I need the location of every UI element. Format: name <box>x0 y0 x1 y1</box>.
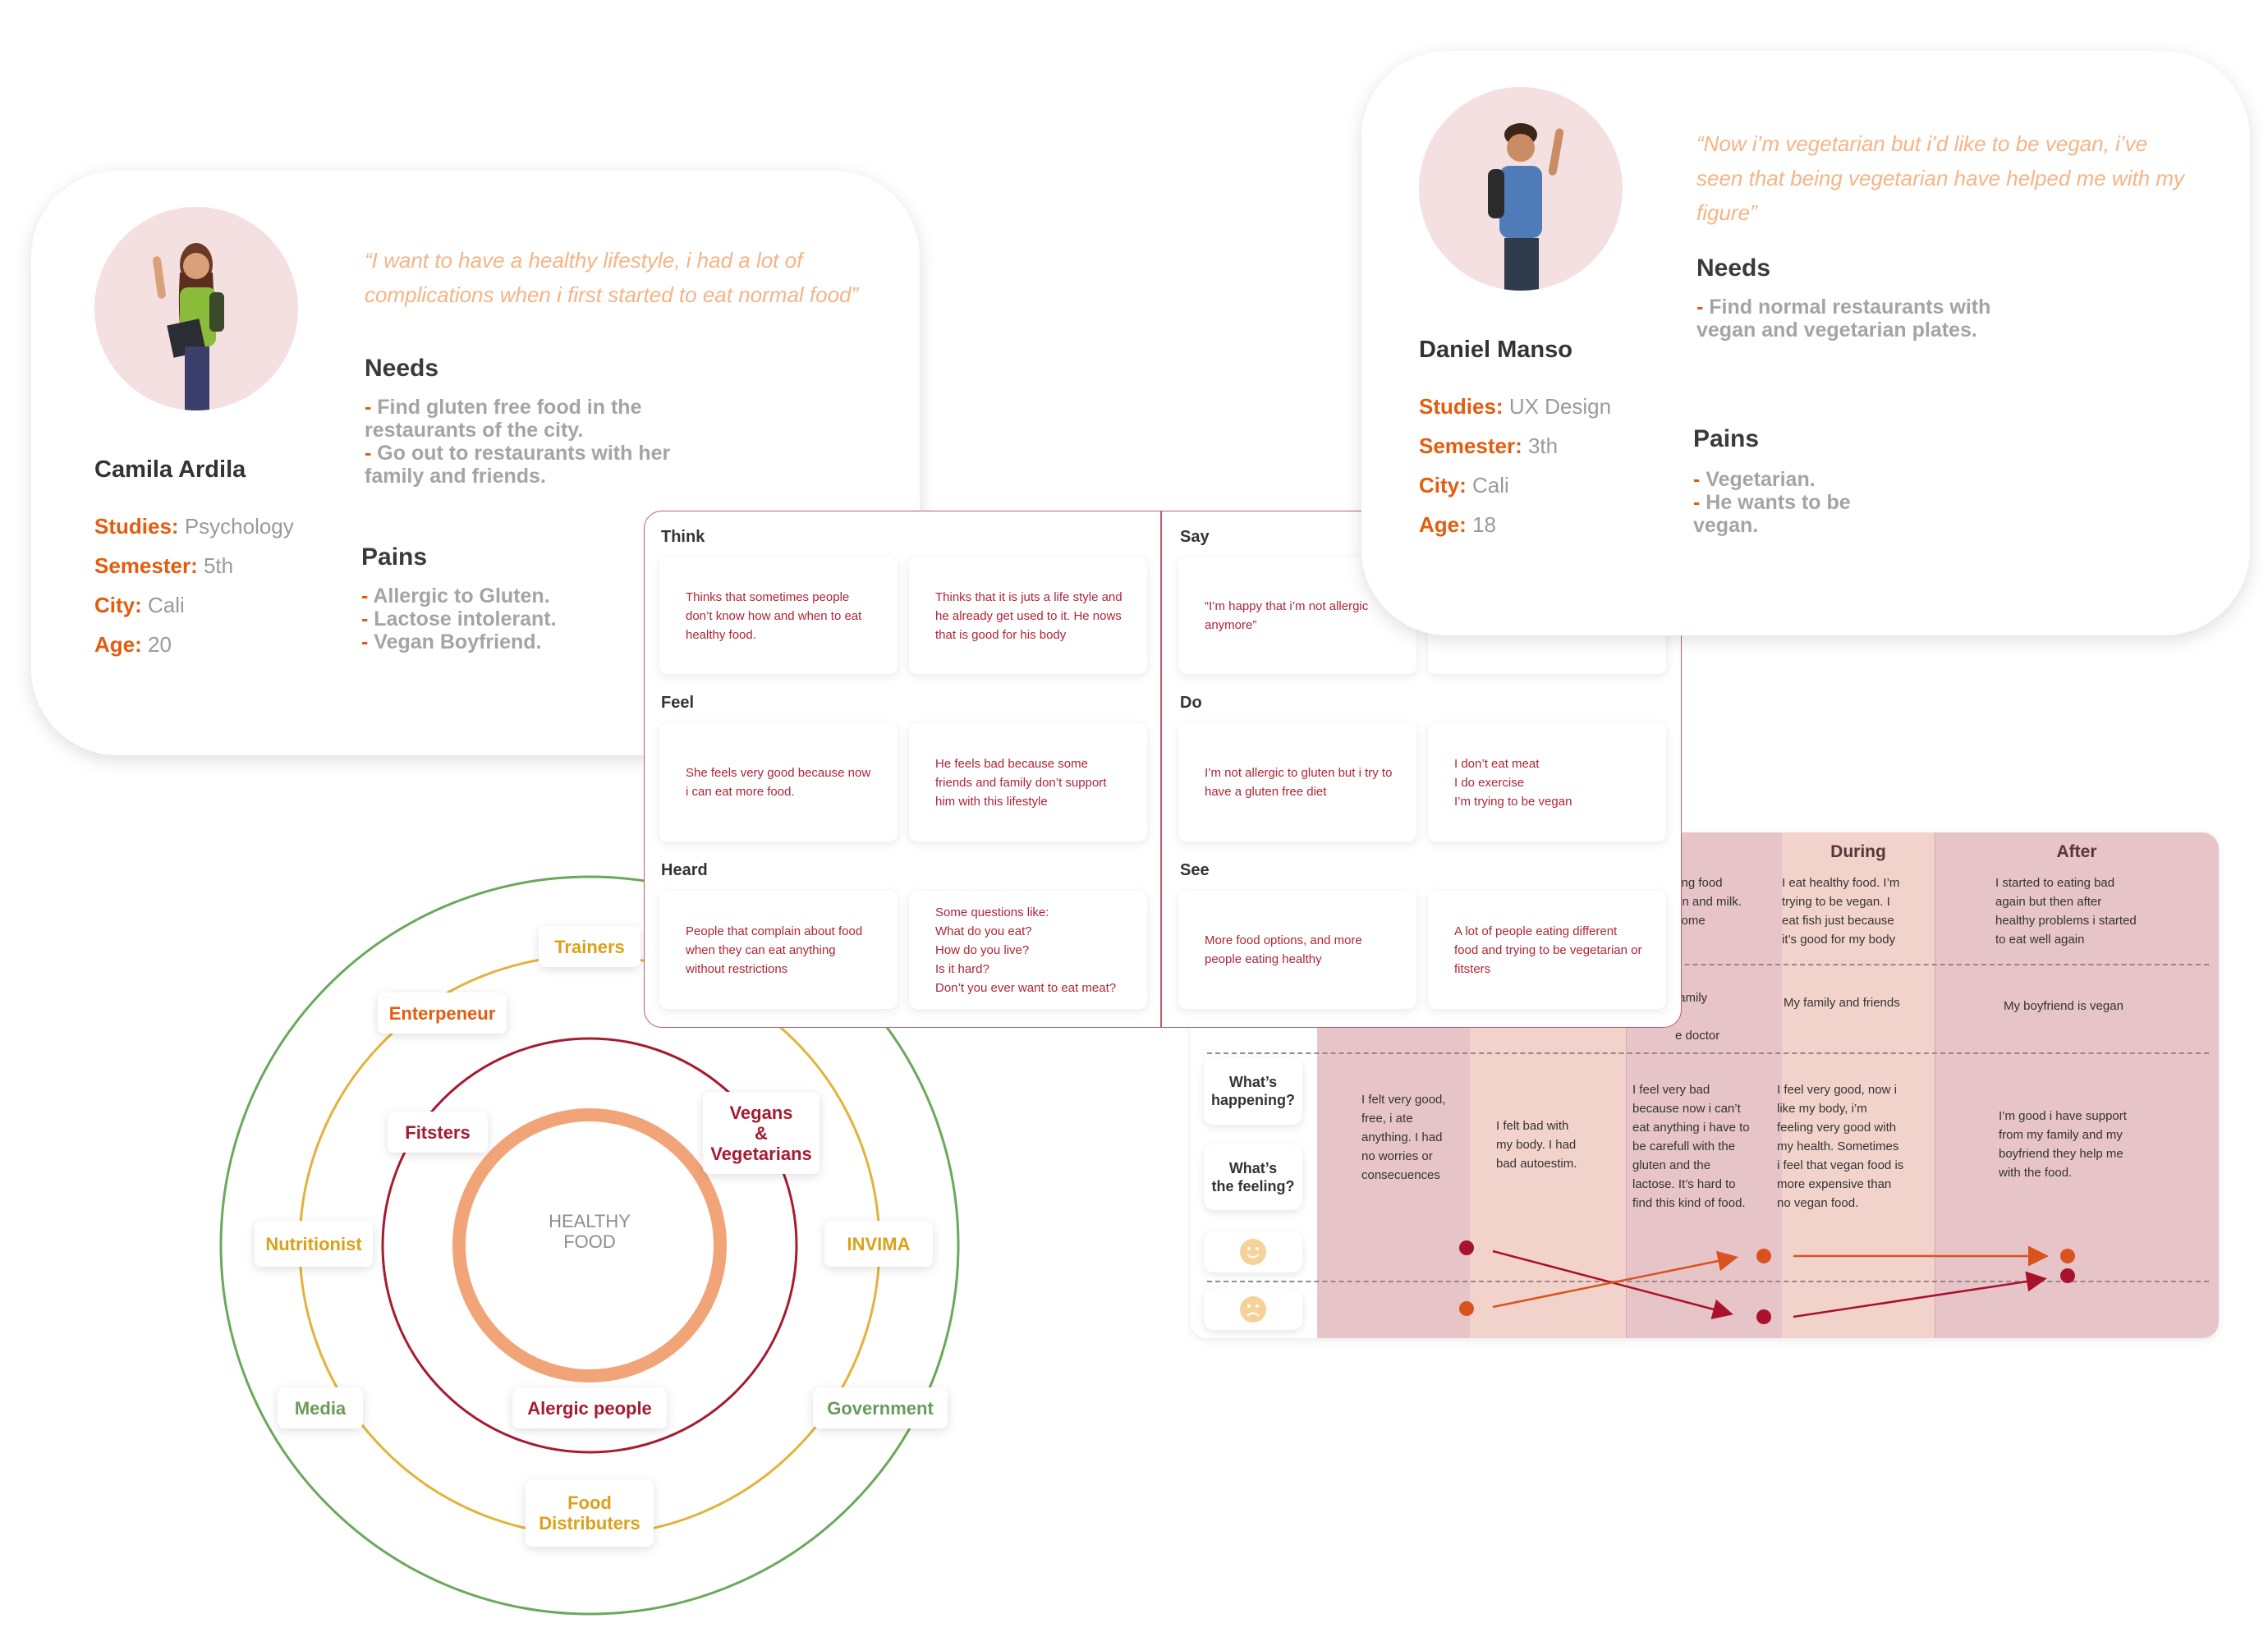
empathy-note: I’m not allergic to gluten but i try to … <box>1178 723 1416 841</box>
needs-title: Needs <box>1696 254 1771 282</box>
stakeholder-entrepreneur: Enterpeneur <box>378 993 507 1034</box>
stakeholder-fitsters: Fitsters <box>388 1112 488 1153</box>
persona-semester: Semester: 5th <box>94 553 234 578</box>
persona-age: Age: 18 <box>1419 512 1496 537</box>
stakeholder-vegans: Vegans & Vegetarians <box>703 1092 820 1174</box>
empathy-think-title: Think <box>661 528 705 546</box>
avatar <box>94 207 298 410</box>
persona-city: City: Cali <box>94 593 185 617</box>
stakeholder-nutritionist: Nutritionist <box>255 1221 373 1267</box>
empathy-do-title: Do <box>1180 694 1202 712</box>
stakeholder-allergic: Alergic people <box>512 1387 667 1428</box>
persona-quote: “Now i’m vegetarian but i’d like to be v… <box>1696 131 2185 225</box>
persona-studies: Studies: Psychology <box>94 514 294 539</box>
pains-title: Pains <box>1693 425 1760 452</box>
persona-name: Daniel Manso <box>1419 337 1572 363</box>
empathy-note: Thinks that it is juts a life style and … <box>909 557 1147 674</box>
persona-quote: “I want to have a healthy lifestyle, i h… <box>365 248 859 307</box>
empathy-note: More food options, and more people eatin… <box>1178 891 1416 1009</box>
stakeholder-government: Government <box>813 1387 948 1428</box>
empathy-note: She feels very good because now i can ea… <box>659 723 898 841</box>
needs-title: Needs <box>365 355 439 382</box>
stakeholder-trainers: Trainers <box>539 926 640 967</box>
needs-list: - Find normal restaurants with vegan and… <box>1696 296 1991 342</box>
stakeholder-food-distributers: Food Distributers <box>526 1479 654 1547</box>
person-illustration <box>1488 123 1564 291</box>
empathy-see-title: See <box>1180 861 1210 879</box>
persona-studies: Studies: UX Design <box>1419 394 1612 419</box>
needs-list: - Find gluten free food in the restauran… <box>365 396 671 488</box>
empathy-note: A lot of people eating different food an… <box>1428 891 1666 1009</box>
stakeholder-media: Media <box>278 1387 363 1428</box>
empathy-note: Thinks that sometimes people don’t know … <box>659 557 898 674</box>
persona-card-daniel: Daniel Manso Studies: UX Design Semester… <box>1361 51 2250 635</box>
emotion-dot <box>1756 1309 1771 1324</box>
empathy-note: Some questions like: What do you eat? Ho… <box>909 891 1147 1009</box>
avatar <box>1419 87 1623 291</box>
persona-city: City: Cali <box>1419 473 1509 497</box>
pains-title: Pains <box>361 543 428 571</box>
emotion-dot <box>2060 1249 2075 1263</box>
emotion-dot <box>2060 1268 2075 1283</box>
empathy-heard-title: Heard <box>661 861 708 879</box>
emotion-dot <box>1756 1249 1771 1263</box>
pains-list: - Vegetarian. - He wants to be vegan. <box>1693 468 1851 537</box>
persona-age: Age: 20 <box>94 632 172 657</box>
empathy-feel-title: Feel <box>661 694 695 712</box>
persona-semester: Semester: 3th <box>1419 433 1559 458</box>
emotion-dot <box>1459 1301 1474 1316</box>
emotion-dot <box>1459 1240 1474 1255</box>
empathy-note: People that complain about food when the… <box>659 891 898 1009</box>
empathy-note: He feels bad because some friends and fa… <box>909 723 1147 841</box>
stakeholder-invima: INVIMA <box>824 1221 933 1267</box>
persona-name: Camila Ardila <box>94 456 246 483</box>
stakeholder-center-label: HEALTHY FOOD <box>549 1211 631 1252</box>
person-illustration <box>153 243 224 410</box>
empathy-note: I don’t eat meat I do exercise I’m tryin… <box>1428 723 1666 841</box>
empathy-say-title: Say <box>1180 528 1210 546</box>
